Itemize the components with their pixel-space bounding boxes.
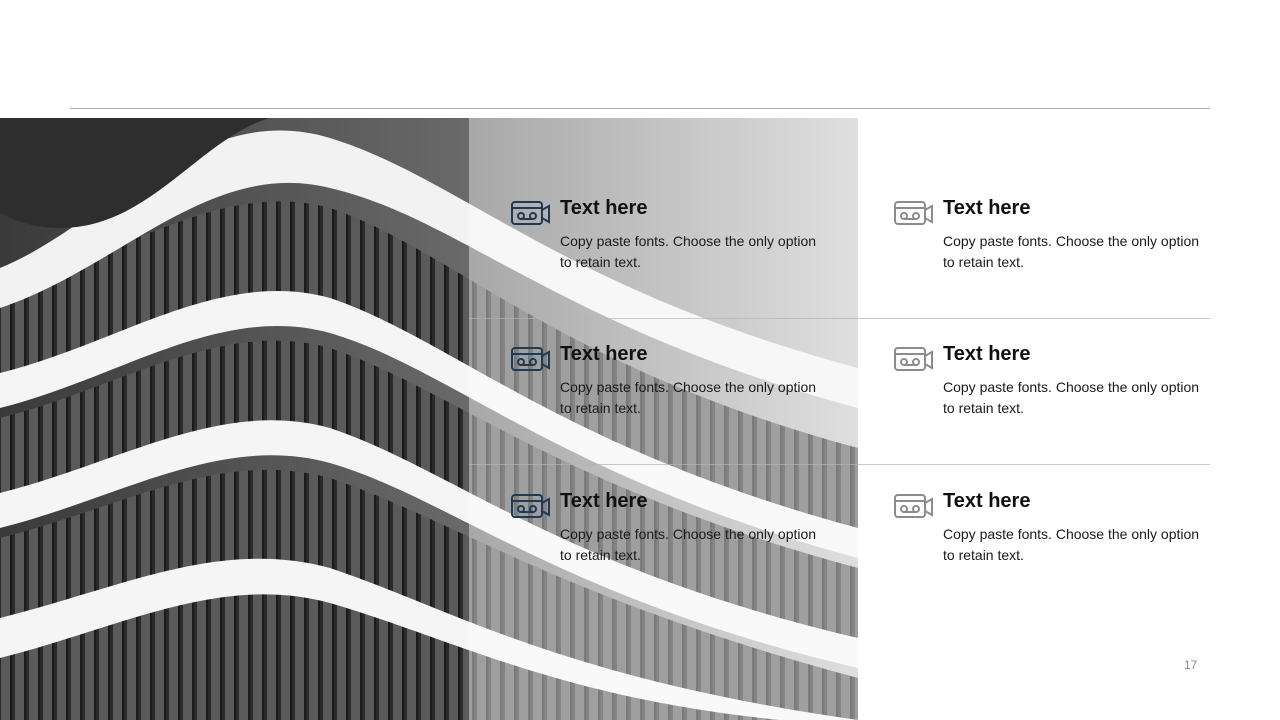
item-body: Copy paste fonts. Choose the only option… <box>943 379 1200 416</box>
cassette-camera-icon <box>511 347 550 371</box>
cassette-camera-icon <box>511 201 550 225</box>
item-body: Copy paste fonts. Choose the only option… <box>943 233 1200 270</box>
cassette-camera-icon <box>894 347 933 371</box>
page-number: 17 <box>1184 658 1198 672</box>
item-title: Text here <box>560 343 648 365</box>
item-body: Copy paste fonts. Choose the only option… <box>560 526 817 563</box>
row-divider <box>469 318 1210 319</box>
item-title: Text here <box>943 197 1031 219</box>
item-body: Copy paste fonts. Choose the only option… <box>560 379 817 416</box>
item-title: Text here <box>943 490 1031 512</box>
cassette-camera-icon <box>894 494 933 518</box>
item-title: Text here <box>560 490 648 512</box>
item-title: Text here <box>560 197 648 219</box>
item-body: Copy paste fonts. Choose the only option… <box>943 526 1200 563</box>
item-body: Copy paste fonts. Choose the only option… <box>560 233 817 270</box>
row-divider <box>469 464 1210 465</box>
item-title: Text here <box>943 343 1031 365</box>
header-divider <box>70 108 1210 109</box>
cassette-camera-icon <box>894 201 933 225</box>
cassette-camera-icon <box>511 494 550 518</box>
